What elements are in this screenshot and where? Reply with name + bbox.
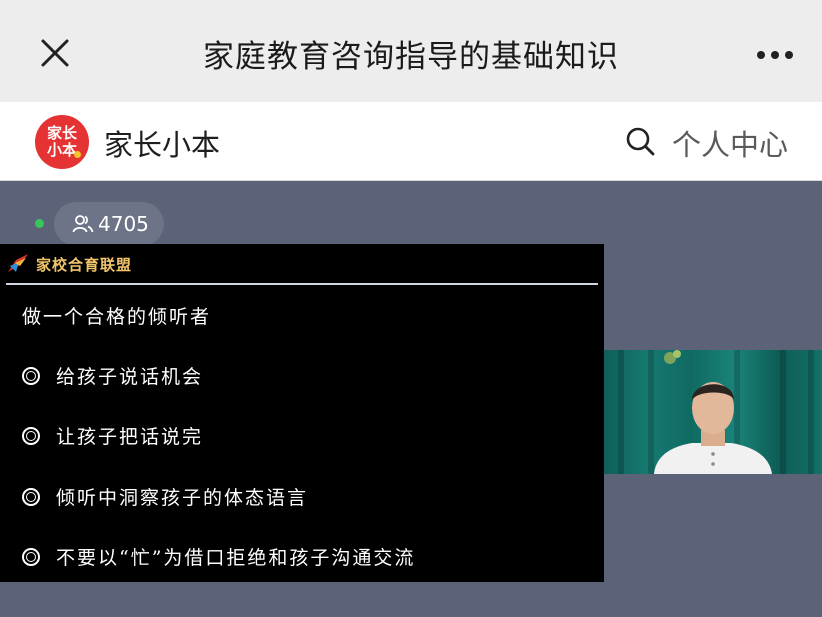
brand-name[interactable]: 家长小本 [104,122,220,164]
slide-brand: 家校合育联盟 [6,252,132,276]
app-header: 家长 小本 家长小本 个人中心 [0,102,822,181]
bird-logo-icon [8,254,28,272]
bullet-text: 不要以“忙”为借口拒绝和孩子沟通交流 [56,547,416,569]
presentation-slide: 家校合育联盟 做一个合格的倾听者 给孩子说话机会 让孩子把话说完 倾听中洞察孩子… [0,244,604,582]
logo-text-line2: 小本 [46,141,77,159]
more-options-icon[interactable] [756,50,794,60]
profile-center-link[interactable]: 个人中心 [672,122,788,164]
slide-divider [6,283,598,285]
logo-text-line1: 家长 [46,124,77,142]
search-icon[interactable] [624,125,656,157]
bullet-text: 给孩子说话机会 [56,366,204,388]
title-bar: 家庭教育咨询指导的基础知识 [0,0,822,102]
bullet-ring-icon [22,366,40,385]
bullet-ring-icon [22,426,40,445]
bullet-text: 倾听中洞察孩子的体态语言 [56,487,309,509]
presenter-figure [654,350,772,474]
slide-bullet: 给孩子说话机会 [22,362,203,389]
slide-brand-text: 家校合育联盟 [36,255,133,274]
logo-dot [74,151,81,158]
close-icon[interactable] [38,36,72,70]
viewer-count-badge: 4705 [54,202,164,246]
bullet-ring-icon [22,487,40,506]
users-icon [72,215,94,233]
live-indicator [35,219,44,228]
slide-heading: 做一个合格的倾听者 [22,306,212,328]
viewer-count: 4705 [98,212,149,236]
slide-bullet: 让孩子把话说完 [22,422,203,449]
presenter-video[interactable] [604,350,822,474]
page-title: 家庭教育咨询指导的基础知识 [203,38,619,75]
slide-bullet: 倾听中洞察孩子的体态语言 [22,483,308,510]
slide-bullet: 不要以“忙”为借口拒绝和孩子沟通交流 [22,543,415,570]
brand-logo[interactable]: 家长 小本 [35,115,89,169]
bullet-text: 让孩子把话说完 [56,426,204,448]
bullet-ring-icon [22,547,40,566]
